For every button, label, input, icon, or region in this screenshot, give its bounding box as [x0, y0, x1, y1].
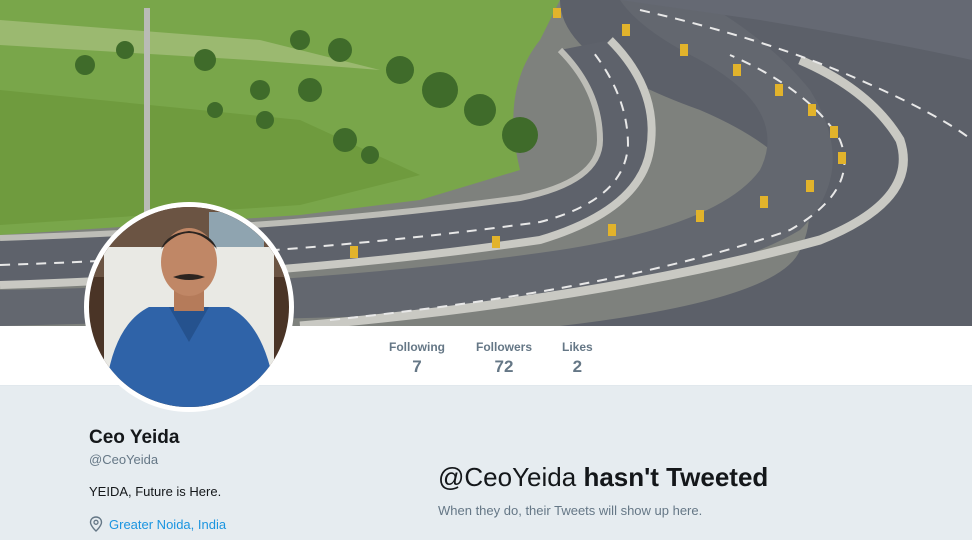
following-count: 7 [412, 357, 422, 376]
avatar-image [89, 207, 289, 407]
following-label: Following [389, 340, 445, 354]
profile-handle[interactable]: @CeoYeida [89, 452, 158, 467]
profile-bio: YEIDA, Future is Here. [89, 484, 222, 499]
location-link[interactable]: Greater Noida, India [109, 517, 226, 532]
avatar[interactable] [84, 202, 294, 412]
following-stat[interactable]: Following 7 [389, 340, 445, 377]
profile-location[interactable]: Greater Noida, India [89, 516, 226, 532]
empty-timeline-title: @CeoYeida hasn't Tweeted [438, 462, 768, 493]
empty-timeline-handle: @CeoYeida [438, 462, 577, 492]
empty-timeline-message: hasn't Tweeted [583, 462, 769, 492]
empty-timeline-subtitle: When they do, their Tweets will show up … [438, 503, 703, 518]
followers-count: 72 [494, 357, 514, 376]
followers-stat[interactable]: Followers 72 [476, 340, 532, 377]
likes-label: Likes [562, 340, 593, 354]
followers-label: Followers [476, 340, 533, 354]
profile-name[interactable]: Ceo Yeida [89, 427, 179, 449]
likes-count: 2 [572, 357, 583, 376]
likes-stat[interactable]: Likes 2 [562, 340, 593, 377]
location-pin-icon [89, 516, 103, 532]
